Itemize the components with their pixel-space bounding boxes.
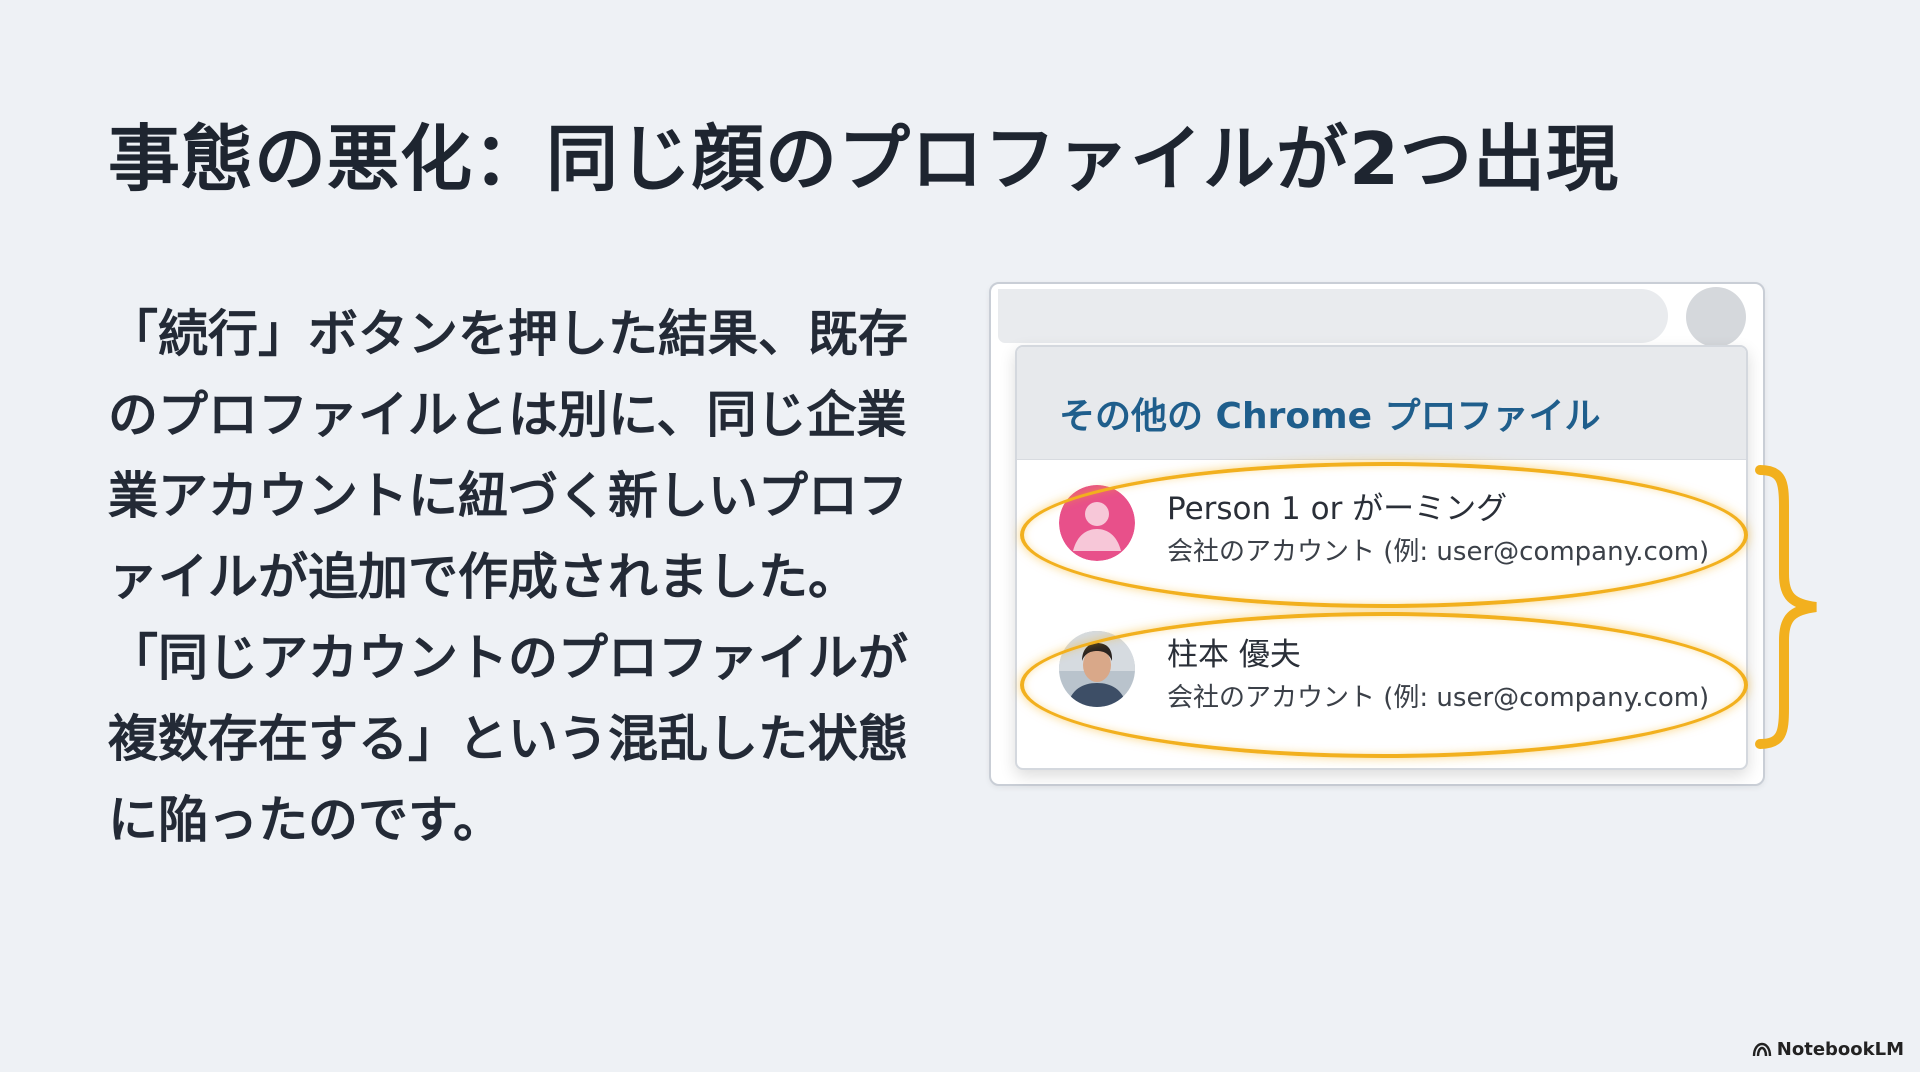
profile-row[interactable]: 柱本 優夫 会社のアカウント (例: user@company.com) <box>1017 609 1746 729</box>
menu-header: その他の Chrome プロファイル <box>1017 347 1746 460</box>
profile-row[interactable]: Person 1 or がーミング 会社のアカウント (例: user@comp… <box>1017 463 1746 583</box>
body-line: のプロファイルとは別に、同じ企業 <box>108 386 907 444</box>
body-line: 複数存在する」という混乱した状態 <box>108 710 908 768</box>
notebooklm-logo-icon <box>1752 1042 1771 1056</box>
profile-email: 会社のアカウント (例: user@company.com) <box>1167 537 1710 567</box>
curly-brace-icon <box>1755 465 1817 749</box>
menu-header-label: その他の Chrome プロファイル <box>1059 396 1601 437</box>
body-text: 「続行」ボタンを押した結果、既存 のプロファイルとは別に、同じ企業 業アカウント… <box>108 294 928 861</box>
body-line: ァイルが追加で作成されました。 <box>108 548 858 606</box>
profile-button-icon <box>1686 287 1746 347</box>
profile-name: Person 1 or がーミング <box>1167 491 1508 527</box>
photo-avatar-icon <box>1059 631 1135 707</box>
profile-menu-panel: その他の Chrome プロファイル Person 1 or がーミング 会社の… <box>1015 345 1748 770</box>
pink-person-avatar-icon <box>1059 485 1135 561</box>
body-line: に陥ったのです。 <box>108 791 503 849</box>
profile-name: 柱本 優夫 <box>1167 637 1301 673</box>
slide-title: 事態の悪化：同じ顔のプロファイルが2つ出現 <box>108 117 1620 201</box>
watermark-label: NotebookLM <box>1776 1039 1904 1060</box>
body-line: 業アカウントに紐づく新しいプロフ <box>108 467 908 525</box>
address-bar <box>998 289 1668 343</box>
notebooklm-watermark: NotebookLM <box>1752 1039 1904 1060</box>
body-line: 「続行」ボタンを押した結果、既存 <box>108 305 908 363</box>
profile-email: 会社のアカウント (例: user@company.com) <box>1167 683 1710 713</box>
body-line: 「同じアカウントのプロファイルが <box>108 629 908 687</box>
